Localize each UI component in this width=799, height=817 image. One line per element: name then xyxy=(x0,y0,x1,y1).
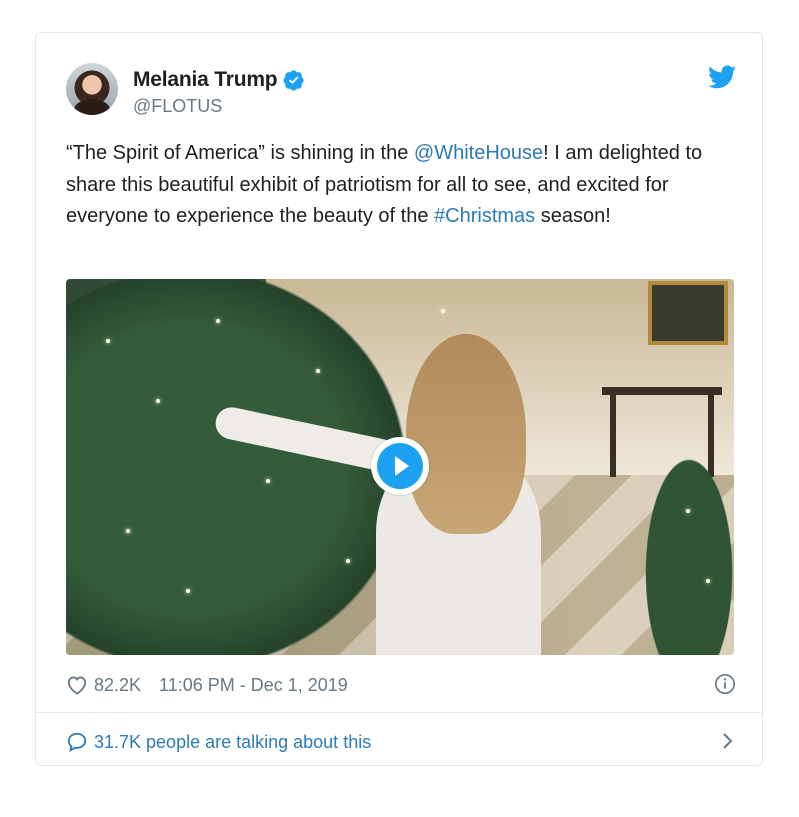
tweet-header: Melania Trump @FLOTUS xyxy=(66,63,736,119)
christmas-tree xyxy=(66,279,406,655)
chevron-right-icon[interactable] xyxy=(720,731,736,751)
author-handle[interactable]: @FLOTUS xyxy=(133,96,222,117)
video-thumbnail[interactable] xyxy=(66,279,734,655)
info-icon[interactable] xyxy=(714,673,736,695)
tweet-card: Melania Trump @FLOTUS “The Spirit of Ame… xyxy=(35,32,763,766)
comment-bubble-icon xyxy=(67,732,87,753)
person-hair xyxy=(406,334,526,534)
play-icon xyxy=(377,443,423,489)
light-sparkle xyxy=(216,319,220,323)
tweet-text-part: season! xyxy=(535,205,611,227)
divider xyxy=(36,712,762,713)
tweet-timestamp[interactable]: 11:06 PM - Dec 1, 2019 xyxy=(159,675,348,696)
tweet-meta: 82.2K 11:06 PM - Dec 1, 2019 xyxy=(66,673,736,697)
conversation-link[interactable]: 31.7K people are talking about this xyxy=(66,729,736,755)
author-name[interactable]: Melania Trump xyxy=(133,68,278,92)
author-line[interactable]: Melania Trump xyxy=(133,68,305,92)
light-sparkle xyxy=(266,479,270,483)
hashtag-link[interactable]: #Christmas xyxy=(434,205,535,227)
light-sparkle xyxy=(686,509,690,513)
play-button[interactable] xyxy=(371,437,429,495)
like-count[interactable]: 82.2K xyxy=(94,675,141,696)
light-sparkle xyxy=(316,369,320,373)
light-sparkle xyxy=(126,529,130,533)
verified-badge-icon xyxy=(283,70,305,91)
light-sparkle xyxy=(156,399,160,403)
tweet-text-part: “The Spirit of America” is shining in th… xyxy=(66,142,414,164)
light-sparkle xyxy=(186,589,190,593)
wall-painting xyxy=(648,281,728,345)
avatar[interactable] xyxy=(66,63,118,115)
tweet-text: “The Spirit of America” is shining in th… xyxy=(66,138,736,233)
heart-icon[interactable] xyxy=(66,675,88,695)
light-sparkle xyxy=(706,579,710,583)
light-sparkle xyxy=(441,309,445,313)
light-sparkle xyxy=(346,559,350,563)
twitter-bird-icon[interactable] xyxy=(708,65,736,89)
small-christmas-tree xyxy=(634,429,734,655)
mention-link[interactable]: @WhiteHouse xyxy=(414,142,543,164)
light-sparkle xyxy=(106,339,110,343)
conversation-count[interactable]: 31.7K people are talking about this xyxy=(94,732,371,753)
